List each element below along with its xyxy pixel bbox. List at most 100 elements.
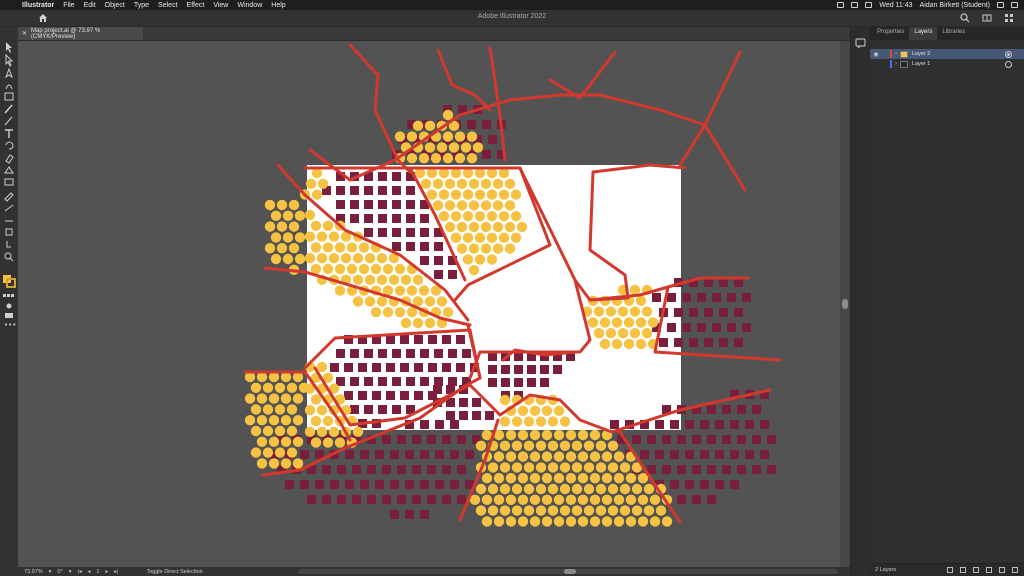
square-shape — [364, 377, 373, 386]
apple-icon[interactable] — [6, 1, 14, 9]
menu-view[interactable]: View — [213, 2, 228, 9]
status-tool-hint[interactable]: Toggle Direct Selection — [146, 569, 202, 575]
tab-libraries[interactable]: Libraries — [937, 27, 970, 40]
square-shape — [406, 200, 415, 209]
delete-layer-icon[interactable] — [1012, 567, 1018, 573]
creative-cloud-icon[interactable] — [837, 2, 845, 8]
dot-shape — [571, 462, 583, 473]
horizontal-scrollbar[interactable] — [298, 569, 838, 574]
rotation-value[interactable]: 0° — [57, 569, 62, 575]
new-layer-icon[interactable] — [999, 567, 1005, 573]
expand-chevron-icon[interactable]: › — [892, 61, 900, 67]
square-shape — [682, 323, 691, 332]
square-shape — [412, 435, 421, 444]
dot-shape — [424, 120, 436, 131]
layer-target-icon[interactable] — [1005, 60, 1012, 68]
square-shape — [459, 411, 468, 420]
menu-effect[interactable]: Effect — [187, 2, 205, 9]
dot-shape — [418, 153, 430, 164]
next-artboard-icon[interactable]: ▸ — [105, 569, 108, 575]
dot-shape — [250, 425, 262, 437]
user-name[interactable]: Aidan Birkett (Student) — [920, 2, 990, 9]
layer-name[interactable]: Layer 1 — [912, 61, 930, 67]
spotlight-icon[interactable] — [997, 2, 1004, 8]
curvature-tool-icon — [5, 84, 13, 90]
rotation-dropdown-icon[interactable]: ▾ — [69, 569, 72, 575]
last-artboard-icon[interactable]: ▸| — [114, 569, 118, 575]
menu-object[interactable]: Object — [105, 2, 125, 9]
dot-shape — [480, 243, 492, 254]
menu-select[interactable]: Select — [158, 2, 177, 9]
zoom-level[interactable]: 73.97% — [24, 569, 43, 575]
menu-edit[interactable]: Edit — [84, 2, 96, 9]
square-shape — [685, 480, 694, 489]
artboard-number[interactable]: 1 — [96, 569, 99, 575]
horizontal-scroll-thumb[interactable] — [564, 569, 576, 574]
battery-icon[interactable] — [865, 2, 873, 8]
dot-shape — [304, 231, 316, 242]
square-shape — [378, 377, 387, 386]
dot-shape — [456, 200, 468, 211]
document-tab[interactable]: ✕ Map project.ai @ 73.97 % (CMYK/Preview… — [18, 27, 143, 40]
control-center-icon[interactable] — [1011, 2, 1018, 8]
square-shape — [344, 391, 353, 400]
square-shape — [715, 480, 724, 489]
export-icon[interactable] — [947, 567, 953, 573]
arrange-documents-icon[interactable] — [982, 13, 992, 23]
menu-type[interactable]: Type — [134, 2, 149, 9]
clipping-mask-icon[interactable] — [973, 567, 979, 573]
visibility-eye-icon[interactable]: ◉ — [870, 51, 882, 58]
dot-shape — [420, 178, 432, 189]
square-shape — [360, 450, 369, 459]
dot-shape — [529, 451, 541, 462]
locate-object-icon[interactable] — [960, 567, 966, 573]
zoom-dropdown-icon[interactable]: ▾ — [49, 569, 52, 575]
artwork[interactable] — [18, 41, 840, 567]
square-shape — [434, 270, 443, 279]
vertical-scroll-thumb[interactable] — [842, 299, 848, 309]
dot-shape — [571, 505, 583, 516]
tab-properties[interactable]: Properties — [872, 27, 909, 40]
menu-help[interactable]: Help — [271, 2, 285, 9]
layer-name[interactable]: Layer 2 — [912, 51, 930, 57]
menu-window[interactable]: Window — [237, 2, 262, 9]
dot-shape — [456, 221, 468, 233]
dot-shape — [250, 447, 262, 458]
dot-shape — [418, 285, 430, 296]
layer-thumbnail — [900, 60, 908, 68]
square-shape — [406, 377, 415, 386]
dot-shape — [358, 242, 370, 253]
dot-shape — [629, 328, 641, 339]
pen-tool-icon — [4, 67, 14, 79]
clock[interactable]: Wed 11:43 — [879, 2, 912, 9]
expand-chevron-icon[interactable]: › — [892, 51, 900, 57]
dot-shape — [244, 393, 256, 404]
close-tab-icon[interactable]: ✕ — [22, 30, 27, 37]
tab-layers[interactable]: Layers — [909, 27, 938, 40]
square-shape — [553, 365, 562, 374]
wifi-icon[interactable] — [851, 2, 859, 8]
menu-file[interactable]: File — [63, 2, 74, 9]
type-tool-icon — [5, 129, 13, 138]
search-icon[interactable] — [960, 13, 970, 23]
layer-row-1[interactable]: › Layer 1 — [870, 59, 1024, 69]
square-shape — [737, 405, 746, 414]
app-menu[interactable]: Illustrator — [22, 2, 54, 9]
dot-shape — [565, 451, 577, 462]
vertical-scrollbar[interactable] — [840, 41, 850, 567]
selection-tool-icon — [6, 42, 12, 53]
dot-shape — [262, 382, 274, 393]
dot-shape — [547, 462, 559, 473]
canvas[interactable] — [18, 41, 840, 567]
square-shape — [730, 450, 739, 459]
new-sublayer-icon[interactable] — [986, 567, 992, 573]
square-shape — [420, 420, 429, 429]
previous-artboard-icon[interactable]: ◂ — [88, 569, 91, 575]
square-shape — [414, 335, 423, 344]
workspace-switcher-icon[interactable] — [1004, 13, 1014, 23]
square-shape — [336, 186, 345, 195]
first-artboard-icon[interactable]: |◂ — [77, 569, 81, 575]
layer-target-icon[interactable] — [1005, 50, 1012, 58]
layers-panel-footer: 2 Layers — [870, 563, 1024, 576]
layer-row-2[interactable]: ◉ › Layer 2 — [870, 49, 1024, 59]
